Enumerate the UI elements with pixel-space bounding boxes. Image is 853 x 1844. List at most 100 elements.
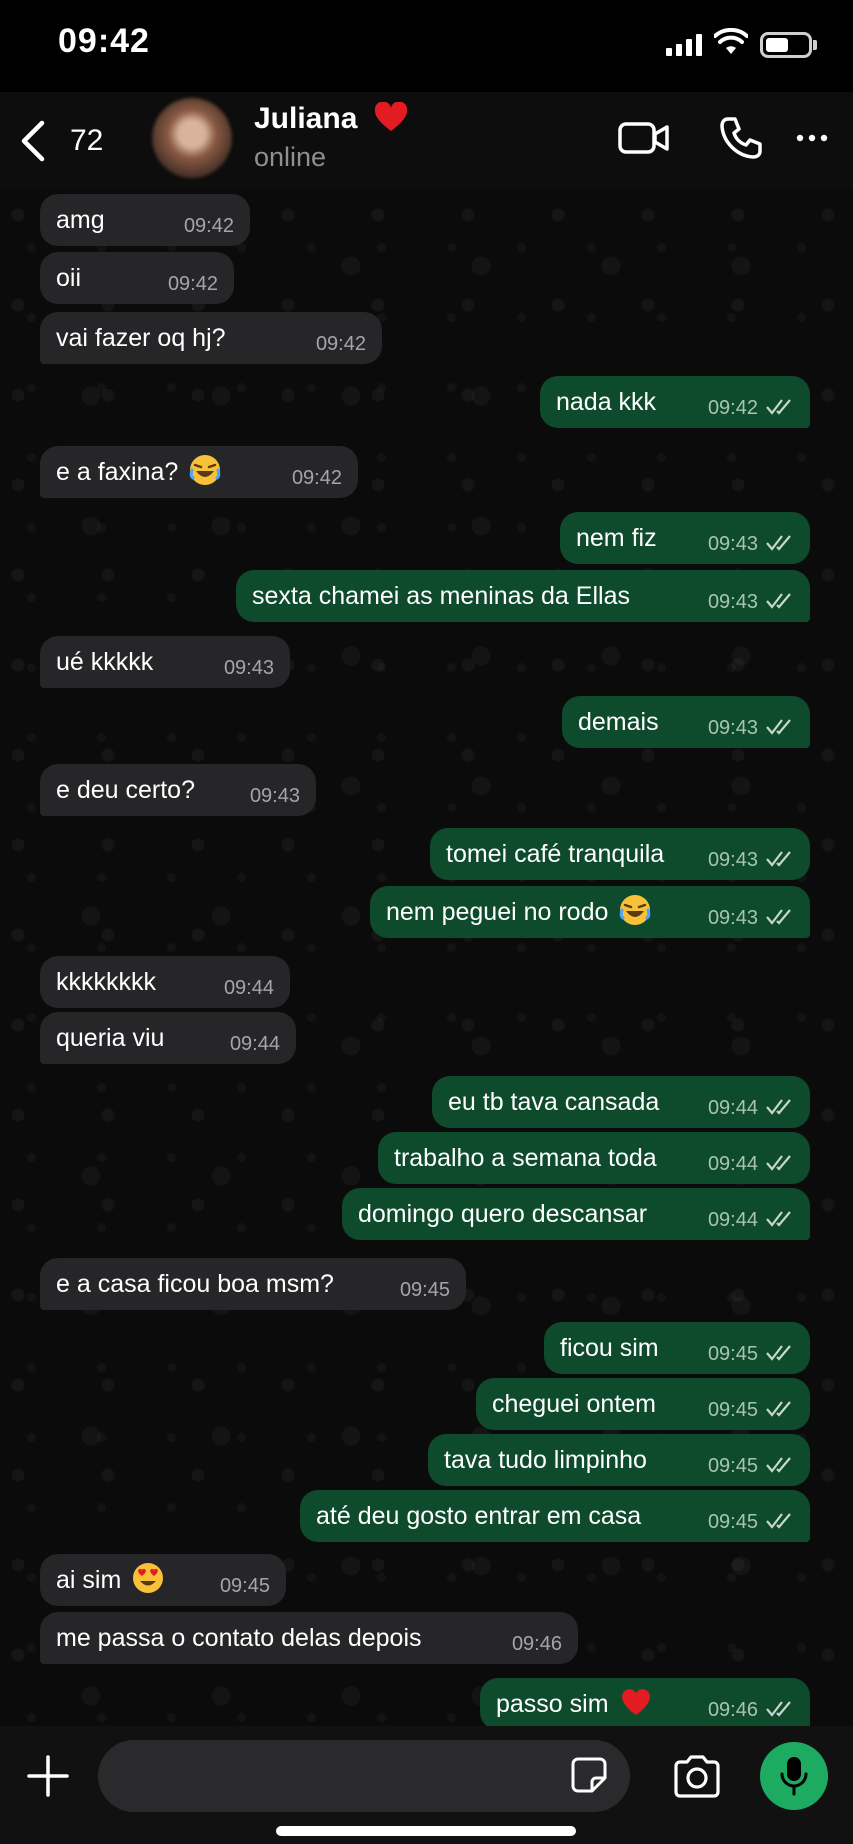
message-time: 09:42 [183,215,234,237]
read-ticks-icon [766,593,791,609]
message-text: e a faxina? [56,458,179,486]
message-time: 09:44 [229,1033,280,1055]
plus-icon[interactable] [26,1754,70,1798]
message-time: 09:45 [707,1343,758,1365]
message-incoming[interactable]: kkkkkkkk 09:44 [40,956,290,1008]
chat-header: 72 Juliana online [0,92,853,188]
contact-name-row[interactable]: Juliana [254,102,408,136]
message-text: oii [56,264,82,292]
message-text: tava tudo limpinho [444,1446,647,1474]
read-ticks-icon [766,909,791,925]
contact-name: Juliana [254,102,358,135]
message-incoming[interactable]: queria viu 09:44 [40,1012,296,1064]
message-time: 09:45 [219,1575,270,1597]
message-incoming[interactable]: oii 09:42 [40,252,234,304]
message-outgoing[interactable]: nem peguei no rodo 09:43 [370,886,810,938]
message-text: ai sim [56,1566,122,1594]
message-incoming[interactable]: e deu certo? 09:43 [40,764,316,816]
message-incoming[interactable]: amg 09:42 [40,194,250,246]
status-bar: 09:42 [0,0,853,92]
message-outgoing[interactable]: ficou sim 09:45 [544,1322,810,1374]
message-outgoing[interactable]: eu tb tava cansada 09:44 [432,1076,810,1128]
message-time: 09:43 [707,591,758,613]
chat-area[interactable]: amg 09:42 oii 09:42 vai fazer oq hj? 09:… [0,188,853,1726]
message-time: 09:46 [511,1633,562,1655]
message-outgoing[interactable]: nada kkk 09:42 [540,376,810,428]
message-time: 09:42 [167,273,218,295]
message-time: 09:43 [223,657,274,679]
message-incoming[interactable]: vai fazer oq hj? 09:42 [40,312,382,364]
message-outgoing[interactable]: sexta chamei as meninas da Ellas 09:43 [236,570,810,622]
read-ticks-icon [766,1211,791,1227]
message-text: nada kkk [556,388,657,416]
more-options-button[interactable] [792,110,832,166]
message-outgoing[interactable]: tomei café tranquila 09:43 [430,828,810,880]
message-text: nem fiz [576,524,657,552]
contact-status: online [254,142,327,172]
avatar[interactable] [152,98,232,178]
read-ticks-icon [766,1401,791,1417]
voice-record-button[interactable] [760,1742,828,1810]
more-icon [796,134,828,142]
voice-call-button[interactable] [716,110,766,166]
message-time: 09:44 [707,1209,758,1231]
heart-icon [374,102,407,131]
message-outgoing[interactable]: cheguei ontem 09:45 [476,1378,810,1430]
heart-icon [621,1689,650,1715]
read-ticks-icon [766,851,791,867]
message-text: amg [56,206,105,234]
message-text: domingo quero descansar [358,1200,648,1228]
message-time: 09:44 [223,977,274,999]
message-time: 09:43 [707,849,758,871]
unread-count: 72 [70,124,104,157]
message-outgoing[interactable]: demais 09:43 [562,696,810,748]
read-ticks-icon [766,1155,791,1171]
message-text: ué kkkkk [56,648,154,676]
message-text: kkkkkkkk [56,968,156,996]
message-incoming[interactable]: e a casa ficou boa msm? 09:45 [40,1258,466,1310]
message-outgoing[interactable]: até deu gosto entrar em casa 09:45 [300,1490,810,1542]
message-incoming[interactable]: e a faxina? 09:42 [40,446,358,498]
message-text: eu tb tava cansada [448,1088,660,1116]
battery-icon [760,32,812,58]
message-outgoing[interactable]: nem fiz 09:43 [560,512,810,564]
message-text: demais [578,708,659,736]
video-call-button[interactable] [616,110,672,166]
camera-icon[interactable] [672,1754,722,1798]
message-outgoing[interactable]: tava tudo limpinho 09:45 [428,1434,810,1486]
message-incoming[interactable]: ué kkkkk 09:43 [40,636,290,688]
laughing-emoji-icon [620,895,651,925]
message-outgoing[interactable]: trabalho a semana toda 09:44 [378,1132,810,1184]
message-outgoing[interactable]: domingo quero descansar 09:44 [342,1188,810,1240]
message-text: tomei café tranquila [446,840,665,868]
microphone-icon [780,1757,808,1796]
message-time: 09:43 [707,717,758,739]
phone-icon [720,117,762,159]
read-ticks-icon [766,719,791,735]
home-indicator [276,1826,576,1836]
message-time: 09:46 [707,1699,758,1721]
message-time: 09:44 [707,1153,758,1175]
message-incoming[interactable]: me passa o contato delas depois 09:46 [40,1612,578,1664]
back-button[interactable]: 72 [16,116,116,166]
read-ticks-icon [766,399,791,415]
message-time: 09:44 [707,1097,758,1119]
message-input[interactable] [98,1740,630,1812]
message-text: até deu gosto entrar em casa [316,1502,642,1530]
message-text: sexta chamei as meninas da Ellas [252,582,630,610]
message-text: vai fazer oq hj? [56,324,226,352]
message-time: 09:42 [291,467,342,489]
battery-tip [813,40,817,50]
message-incoming[interactable]: ai sim 09:45 [40,1554,286,1606]
message-text: ficou sim [560,1334,659,1362]
signal-icon [666,34,702,56]
message-outgoing[interactable]: passo sim 09:46 [480,1678,810,1726]
read-ticks-icon [766,1099,791,1115]
message-time: 09:42 [707,397,758,419]
message-text: cheguei ontem [492,1390,657,1418]
message-time: 09:42 [315,333,366,355]
sticker-icon[interactable] [570,1756,608,1794]
message-text: queria viu [56,1024,165,1052]
video-call-icon [618,122,669,154]
message-time: 09:43 [249,785,300,807]
